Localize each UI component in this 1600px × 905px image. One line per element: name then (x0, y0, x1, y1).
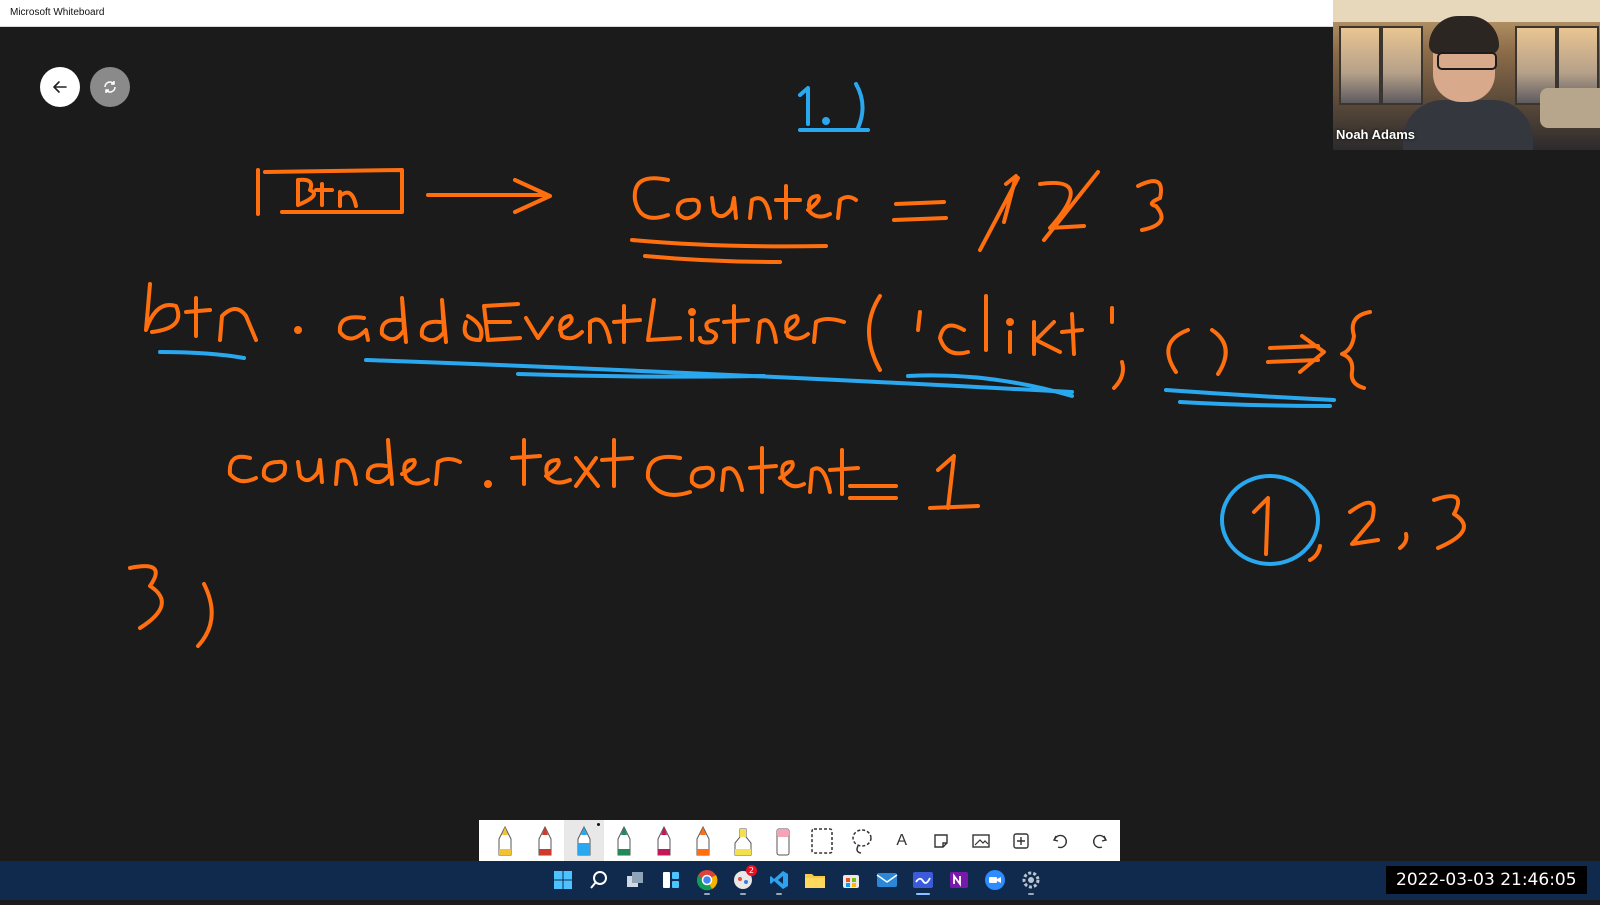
undo-icon (1053, 834, 1068, 848)
pinned-app-button[interactable]: 2 (728, 865, 758, 895)
widgets-button[interactable] (656, 865, 686, 895)
notification-badge: 2 (745, 865, 757, 876)
chrome-button[interactable] (692, 865, 722, 895)
insert-tool[interactable] (1001, 820, 1041, 861)
room-window (1339, 26, 1381, 105)
highlighter-tool[interactable] (723, 820, 763, 861)
onenote-button[interactable] (944, 865, 974, 895)
text-tool[interactable]: A (882, 820, 922, 861)
running-indicator (704, 893, 710, 895)
pen-blue-tool[interactable] (564, 820, 605, 861)
task-view-icon (627, 872, 643, 887)
title-bar: Microsoft Whiteboard (0, 0, 1333, 27)
eraser-icon (776, 828, 790, 855)
undo-tool[interactable] (1041, 820, 1081, 861)
sync-button[interactable] (90, 67, 130, 107)
note-tool[interactable] (922, 820, 962, 861)
pen-red-tool[interactable] (525, 820, 565, 861)
lasso-tool[interactable] (842, 820, 882, 861)
onenote-icon (950, 872, 968, 888)
participant-name: Noah Adams (1336, 127, 1415, 142)
taskbar-apps: 2 (548, 865, 1046, 895)
whiteboard-canvas[interactable] (0, 27, 1333, 822)
arrow-left-icon (53, 81, 67, 93)
running-indicator (916, 893, 930, 895)
pen-blue-icon (577, 825, 591, 855)
back-button[interactable] (40, 67, 80, 107)
whiteboard-button[interactable] (908, 865, 938, 895)
recording-timestamp: 2022-03-03 21:46:05 (1386, 866, 1587, 894)
start-button[interactable] (548, 865, 578, 895)
redo-tool[interactable] (1080, 820, 1120, 861)
pen-green-tool[interactable] (604, 820, 644, 861)
ruler-tool[interactable] (803, 820, 843, 861)
lasso-icon (852, 828, 872, 854)
pen-orange-icon (696, 825, 710, 855)
running-indicator (1028, 893, 1034, 895)
image-tool[interactable] (961, 820, 1001, 861)
chrome-icon (697, 870, 718, 891)
running-indicator (776, 893, 782, 895)
taskbar: 2 (0, 861, 1600, 900)
video-tile[interactable]: Noah Adams (1333, 0, 1600, 150)
pen-red-icon (538, 825, 552, 855)
mail-button[interactable] (872, 865, 902, 895)
settings-icon (1022, 871, 1040, 889)
ruler-icon (811, 827, 834, 854)
vscode-icon (770, 871, 788, 889)
insert-icon (1013, 832, 1029, 849)
search-button[interactable] (584, 865, 614, 895)
room-sofa (1540, 88, 1600, 128)
whiteboard-icon (913, 872, 933, 888)
task-view-button[interactable] (620, 865, 650, 895)
pen-yellow-tool[interactable] (485, 820, 525, 861)
sync-icon (104, 81, 116, 93)
store-button[interactable] (836, 865, 866, 895)
vscode-button[interactable] (764, 865, 794, 895)
pen-toolbar: A (479, 820, 1120, 861)
file-explorer-icon (805, 874, 825, 888)
mail-icon (876, 873, 898, 887)
participant-glasses (1437, 52, 1497, 70)
text-icon: A (896, 831, 908, 849)
pen-green-icon (617, 825, 631, 855)
start-icon (554, 871, 572, 889)
image-icon (972, 833, 990, 848)
redo-icon (1093, 834, 1108, 848)
highlighter-icon (734, 828, 752, 855)
selected-dot (597, 823, 601, 826)
window-title: Microsoft Whiteboard (10, 7, 105, 18)
zoom-icon (985, 870, 1005, 890)
pen-yellow-icon (498, 825, 512, 855)
store-icon (843, 875, 859, 888)
participant-body (1403, 100, 1533, 150)
zoom-button[interactable] (980, 865, 1010, 895)
note-icon (934, 833, 949, 848)
pen-orange-tool[interactable] (683, 820, 723, 861)
settings-button[interactable] (1016, 865, 1046, 895)
file-explorer-button[interactable] (800, 865, 830, 895)
eraser-tool[interactable] (763, 820, 803, 861)
running-indicator (740, 893, 746, 895)
widgets-icon (663, 872, 679, 888)
pen-pink-tool[interactable] (644, 820, 684, 861)
pen-pink-icon (657, 825, 671, 855)
room-window (1381, 26, 1423, 105)
search-icon (590, 871, 607, 889)
